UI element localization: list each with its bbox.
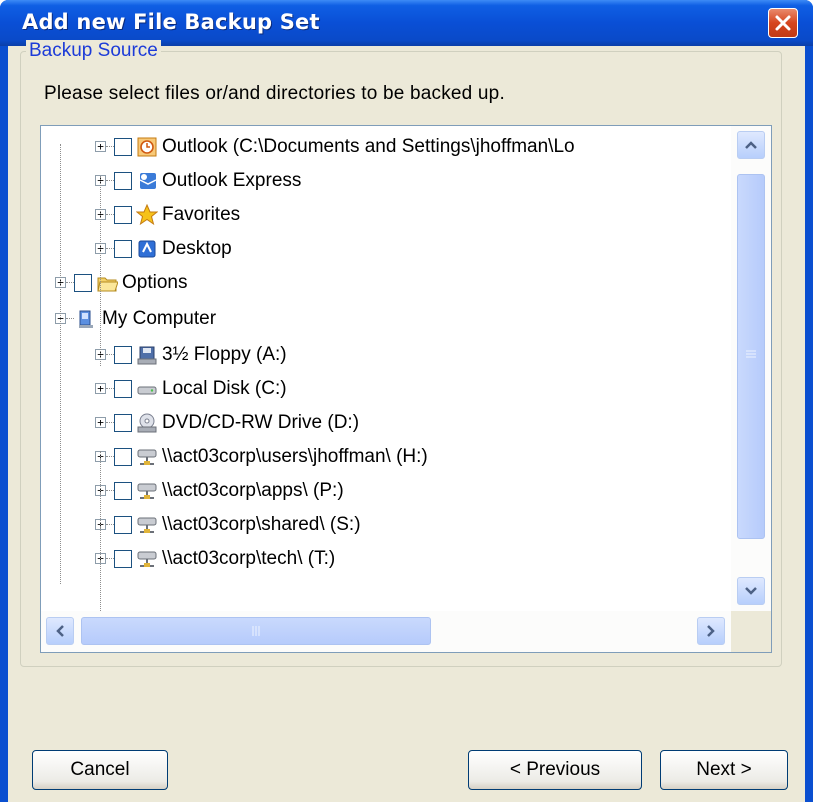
scroll-right-button[interactable]: [697, 617, 725, 645]
tree-row[interactable]: + \\act03corp\users\jhoffman\ (H:): [41, 441, 731, 473]
tree-item-label: \\act03corp\shared\ (S:): [162, 514, 361, 535]
item-checkbox[interactable]: [114, 482, 132, 500]
item-checkbox[interactable]: [114, 414, 132, 432]
group-label: Backup Source: [26, 40, 161, 62]
tree-item-label: DVD/CD-RW Drive (D:): [162, 412, 360, 433]
tree-item-label: Favorites: [162, 204, 241, 225]
cancel-button[interactable]: Cancel: [32, 750, 168, 790]
tree-row[interactable]: + Outlook (C:\Documents and Settings\jhof…: [41, 131, 731, 163]
scroll-left-button[interactable]: [46, 617, 74, 645]
grip-icon: [746, 350, 756, 358]
my-computer-icon: [79, 310, 93, 328]
tree-content: −Standard+My Documents (C:\Documents and…: [41, 126, 731, 611]
tree-item-label: Desktop: [162, 238, 232, 259]
tree-row[interactable]: +My Documents (C:\Documents and Settings…: [41, 126, 731, 129]
outlook-icon: [137, 137, 157, 157]
tree-connector: [66, 282, 74, 283]
tree-item-label: Local Disk (C:): [162, 378, 287, 399]
vertical-scrollbar[interactable]: [731, 126, 771, 611]
floppy-drive-icon: [137, 346, 157, 365]
tree-item-label: My Computer: [102, 308, 217, 329]
tree-connector: [106, 146, 114, 147]
previous-button[interactable]: < Previous: [468, 750, 642, 790]
favorites-star-icon: [136, 204, 158, 226]
close-button[interactable]: [768, 8, 798, 38]
tree-row[interactable]: +3½ Floppy (A:): [41, 339, 731, 371]
close-icon: [775, 15, 791, 31]
next-button[interactable]: Next >: [660, 750, 788, 790]
item-checkbox[interactable]: [114, 346, 132, 364]
item-checkbox[interactable]: [114, 138, 132, 156]
tree-item-label: Outlook (C:\Documents and Settings\jhoff…: [162, 136, 575, 157]
expand-icon[interactable]: +: [95, 383, 106, 394]
chevron-down-icon: [745, 587, 757, 595]
tree-connector: [106, 388, 114, 389]
network-drive-icon: [137, 483, 157, 499]
tree-item-label: \\act03corp\apps\ (P:): [162, 480, 344, 501]
vertical-scroll-thumb[interactable]: [737, 174, 765, 539]
network-drive-icon: [137, 517, 157, 533]
window-title: Add new File Backup Set: [22, 10, 320, 34]
tree-row[interactable]: + Options: [41, 267, 731, 299]
tree-row[interactable]: + Local Disk (C:): [41, 373, 731, 405]
item-checkbox[interactable]: [114, 172, 132, 190]
tree-row[interactable]: + Desktop: [41, 233, 731, 265]
tree-item-label: Options: [122, 272, 188, 293]
tree-guide-line: [100, 176, 101, 366]
horizontal-scroll-thumb[interactable]: [81, 617, 431, 645]
tree-connector: [106, 490, 114, 491]
tree-row[interactable]: + Outlook Express: [41, 165, 731, 197]
tree-connector: [106, 524, 114, 525]
network-drive-icon: [137, 551, 157, 567]
item-checkbox[interactable]: [114, 240, 132, 258]
item-checkbox[interactable]: [114, 206, 132, 224]
tree-connector: [106, 248, 114, 249]
chevron-left-icon: [56, 625, 64, 637]
chevron-up-icon: [745, 141, 757, 149]
tree-row[interactable]: + \\act03corp\apps\ (P:): [41, 475, 731, 507]
tree-row[interactable]: + \\act03corp\tech\ (T:): [41, 543, 731, 575]
expand-icon[interactable]: +: [95, 417, 106, 428]
chevron-right-icon: [707, 625, 715, 637]
tree-item-label: 3½ Floppy (A:): [162, 344, 287, 365]
tree-item-label: Outlook Express: [162, 170, 302, 191]
tree-connector: [106, 214, 114, 215]
outlook-express-icon: [139, 173, 157, 189]
horizontal-scrollbar[interactable]: [41, 611, 731, 652]
tree-connector: [106, 558, 114, 559]
tree-row[interactable]: + DVD/CD-RW Drive (D:): [41, 407, 731, 439]
tree-connector: [106, 180, 114, 181]
scroll-up-button[interactable]: [737, 131, 765, 159]
item-checkbox[interactable]: [114, 448, 132, 466]
tree-item-label: \\act03corp\tech\ (T:): [162, 548, 336, 569]
network-drive-icon: [137, 449, 157, 465]
tree-row[interactable]: − My Computer: [41, 303, 731, 335]
tree-connector: [106, 354, 114, 355]
scroll-down-button[interactable]: [737, 577, 765, 605]
tree-connector: [106, 422, 114, 423]
tree-row[interactable]: + Favorites: [41, 199, 731, 231]
grip-icon: [252, 626, 260, 636]
cd-drive-icon: [137, 413, 157, 433]
tree-row[interactable]: + \\act03corp\shared\ (S:): [41, 509, 731, 541]
item-checkbox[interactable]: [114, 550, 132, 568]
expand-icon[interactable]: +: [95, 141, 106, 152]
item-checkbox[interactable]: [114, 516, 132, 534]
tree-guide-line: [100, 451, 101, 611]
file-tree: −Standard+My Documents (C:\Documents and…: [40, 125, 772, 653]
tree-connector: [66, 318, 74, 319]
hard-disk-icon: [137, 386, 157, 395]
desktop-icon: [138, 240, 156, 258]
tree-item-label: \\act03corp\users\jhoffman\ (H:): [162, 446, 428, 467]
item-checkbox[interactable]: [74, 274, 92, 292]
instruction-text: Please select files or/and directories t…: [44, 83, 505, 104]
tree-guide-line: [60, 144, 61, 584]
tree-connector: [106, 456, 114, 457]
scrollbar-corner: [731, 611, 771, 652]
item-checkbox[interactable]: [114, 380, 132, 398]
